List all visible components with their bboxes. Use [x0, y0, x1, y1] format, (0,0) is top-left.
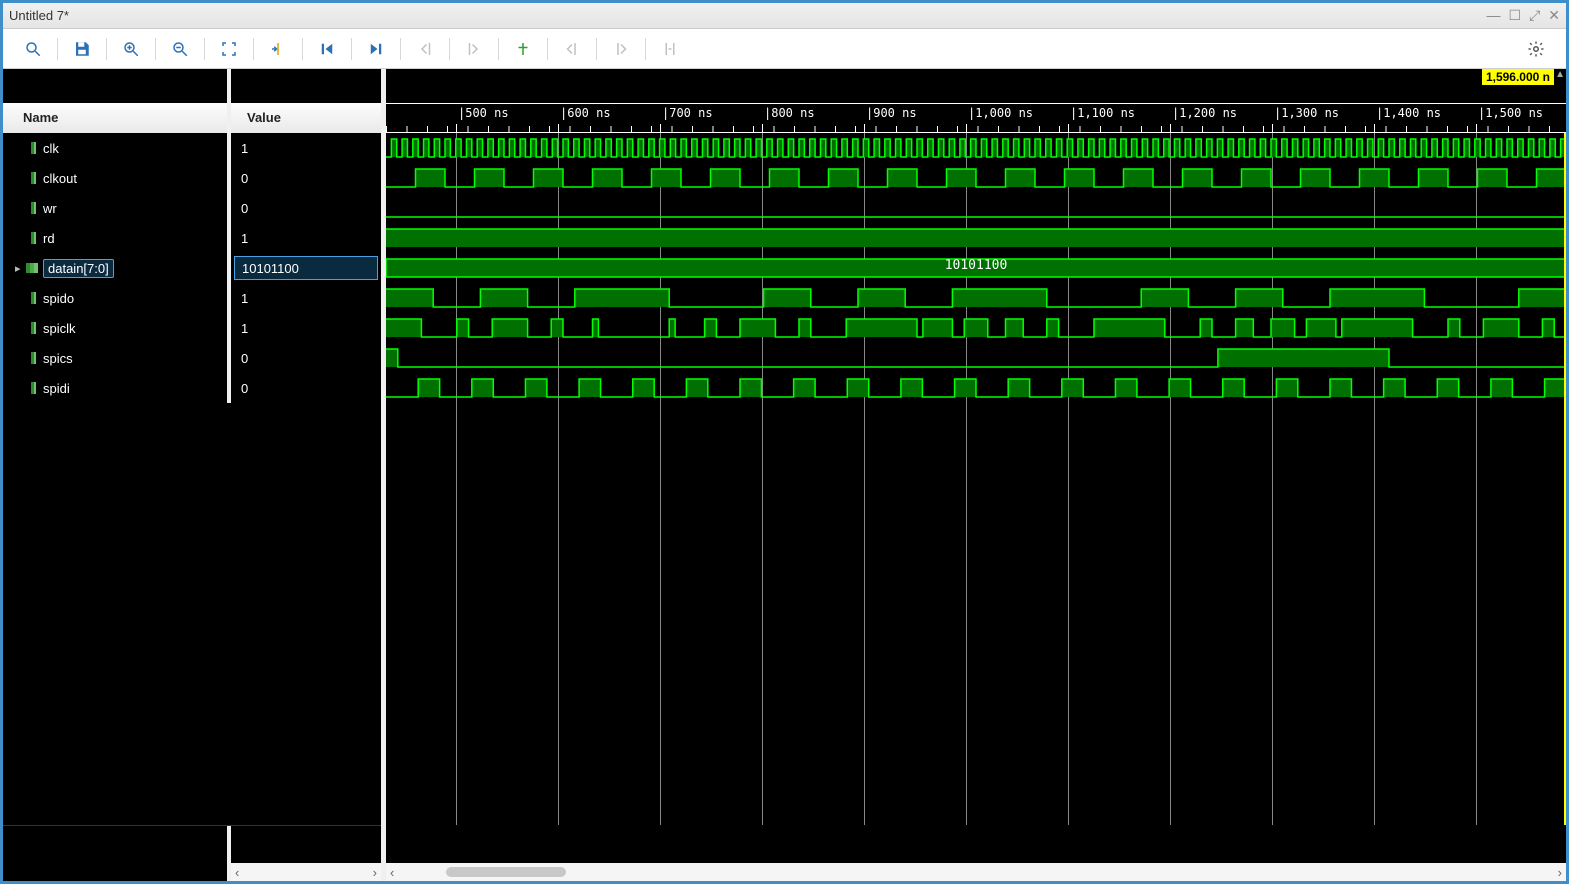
signal-scalar-icon	[25, 201, 39, 215]
wave-row	[386, 313, 1566, 343]
signal-value: 0	[231, 193, 381, 223]
titlebar: Untitled 7* — ☐ ⤢ ✕	[3, 3, 1566, 29]
wave-row	[386, 163, 1566, 193]
goto-end-icon[interactable]	[362, 35, 390, 63]
wave-row	[386, 283, 1566, 313]
main-content: Name Value clk 1 clkout 0 wr 0 rd 1 ▸ datain[7:0]…	[3, 69, 1566, 881]
prev-marker-icon[interactable]	[558, 35, 586, 63]
next-marker-icon[interactable]	[607, 35, 635, 63]
swap-marker-icon[interactable]	[656, 35, 684, 63]
maximize-icon[interactable]: ☐	[1509, 7, 1522, 24]
wave-area[interactable]: 10101100	[386, 133, 1566, 825]
signal-name: wr	[43, 201, 57, 216]
minimize-icon[interactable]: —	[1487, 7, 1501, 24]
save-icon[interactable]	[68, 35, 96, 63]
signal-value: 0	[231, 373, 381, 403]
signal-row[interactable]: clk 1	[3, 133, 381, 163]
signal-value: 1	[231, 313, 381, 343]
signal-name: clkout	[43, 171, 77, 186]
signal-name: spiclk	[43, 321, 76, 336]
signal-name: clk	[43, 141, 59, 156]
value-scrollbar[interactable]: ‹ ›	[231, 863, 381, 881]
signal-row[interactable]: clkout 0	[3, 163, 381, 193]
search-icon[interactable]	[19, 35, 47, 63]
signal-scalar-icon	[25, 381, 39, 395]
goto-start-icon[interactable]	[313, 35, 341, 63]
signal-row[interactable]: rd 1	[3, 223, 381, 253]
wave-row	[386, 193, 1566, 223]
signal-scalar-icon	[25, 351, 39, 365]
toolbar	[3, 29, 1566, 69]
signal-row[interactable]: wr 0	[3, 193, 381, 223]
signal-panel: Name Value clk 1 clkout 0 wr 0 rd 1 ▸ datain[7:0]…	[3, 69, 381, 881]
gear-icon[interactable]	[1522, 35, 1550, 63]
time-ruler[interactable]: |500 ns|600 ns|700 ns|800 ns|900 ns|1,00…	[386, 103, 1566, 133]
signal-name: spido	[43, 291, 74, 306]
app-window: Untitled 7* — ☐ ⤢ ✕	[0, 0, 1569, 884]
zoom-fit-icon[interactable]	[215, 35, 243, 63]
signal-value: 1	[231, 133, 381, 163]
waveform-scrollbar[interactable]: ‹ ›	[386, 863, 1566, 881]
scroll-right-icon[interactable]: ›	[369, 865, 381, 880]
signal-name: spidi	[43, 381, 70, 396]
window-title: Untitled 7*	[9, 8, 1487, 23]
zoom-in-icon[interactable]	[117, 35, 145, 63]
add-marker-icon[interactable]	[509, 35, 537, 63]
wave-row	[386, 223, 1566, 253]
goto-cursor-icon[interactable]	[264, 35, 292, 63]
signal-scalar-icon	[25, 321, 39, 335]
signal-bus-icon	[25, 261, 39, 275]
column-header-name[interactable]: Name	[3, 103, 231, 133]
signal-row[interactable]: spiclk 1	[3, 313, 381, 343]
signal-row[interactable]: ▸ datain[7:0] 10101100	[3, 253, 381, 283]
wave-row	[386, 343, 1566, 373]
signal-scalar-icon	[25, 141, 39, 155]
signal-value: 1	[231, 283, 381, 313]
scroll-right-icon[interactable]: ›	[1554, 865, 1566, 880]
wave-row	[386, 133, 1566, 163]
signal-name: datain[7:0]	[43, 259, 114, 278]
scroll-left-icon[interactable]: ‹	[231, 865, 243, 880]
signal-name: rd	[43, 231, 55, 246]
signal-value: 0	[231, 343, 381, 373]
wave-row	[386, 373, 1566, 403]
zoom-out-icon[interactable]	[166, 35, 194, 63]
scroll-left-icon[interactable]: ‹	[386, 865, 398, 880]
signal-scalar-icon	[25, 291, 39, 305]
popout-icon[interactable]: ⤢	[1529, 7, 1540, 24]
signal-scalar-icon	[25, 231, 39, 245]
next-edge-icon[interactable]	[460, 35, 488, 63]
cursor-time-label: 1,596.000 n	[1482, 69, 1554, 85]
signal-value: 1	[231, 223, 381, 253]
close-icon[interactable]: ✕	[1548, 7, 1560, 24]
cursor-line[interactable]	[1564, 133, 1566, 825]
column-header-value[interactable]: Value	[231, 103, 381, 133]
signal-row[interactable]: spido 1	[3, 283, 381, 313]
expand-arrow-icon[interactable]: ▸	[15, 262, 25, 275]
signal-scalar-icon	[25, 171, 39, 185]
signal-row[interactable]: spidi 0	[3, 373, 381, 403]
bus-value: 10101100	[386, 258, 1566, 273]
signal-value: 0	[231, 163, 381, 193]
prev-edge-icon[interactable]	[411, 35, 439, 63]
waveform-panel[interactable]: 1,596.000 n ▲ |500 ns|600 ns|700 ns|800 …	[381, 69, 1566, 881]
signal-row[interactable]: spics 0	[3, 343, 381, 373]
scroll-up-icon[interactable]: ▲	[1555, 69, 1565, 80]
wave-row: 10101100	[386, 253, 1566, 283]
signal-value: 10101100	[234, 256, 378, 280]
scrollbar-thumb[interactable]	[446, 867, 566, 877]
signal-name: spics	[43, 351, 73, 366]
signal-list: clk 1 clkout 0 wr 0 rd 1 ▸ datain[7:0] 10101100 spi…	[3, 133, 381, 825]
